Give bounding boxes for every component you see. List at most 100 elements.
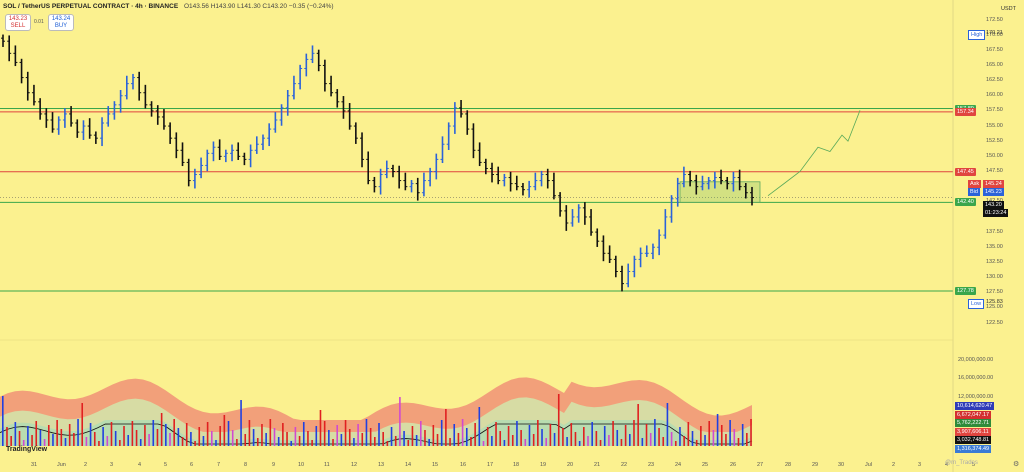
ohlc-readout: O143.56 H143.90 L141.30 C143.20 −0.35 (−… xyxy=(183,3,334,10)
volume-bar xyxy=(85,437,88,446)
volume-bar xyxy=(620,439,623,446)
last-price-tag: 143.20 xyxy=(983,200,1004,209)
ask-label: Ask xyxy=(968,180,982,189)
volume-bar xyxy=(390,427,393,446)
x-tick-label: 28 xyxy=(785,462,792,468)
volume-bar xyxy=(169,433,171,446)
volume-bar xyxy=(386,441,389,446)
volume-bar xyxy=(478,407,481,446)
price-chart[interactable] xyxy=(0,0,1024,472)
volume-bar xyxy=(670,432,673,446)
volume-bar xyxy=(365,419,368,446)
volume-readout-tag: 10,614,620.47 xyxy=(955,402,995,410)
x-tick-label: 3 xyxy=(918,462,922,468)
volume-bar xyxy=(152,420,155,446)
volume-bar xyxy=(181,437,184,446)
y-tick-label: 172.50 xyxy=(986,16,1003,23)
volume-readout-tag: 6,672,047.17 xyxy=(955,410,992,419)
volume-bar xyxy=(557,394,560,446)
volume-bar xyxy=(374,437,376,446)
volume-bar xyxy=(704,435,706,446)
volume-bar xyxy=(741,424,744,446)
volume-bar xyxy=(18,431,21,446)
volume-bar xyxy=(566,437,568,446)
volume-bar xyxy=(240,400,242,446)
volume-bar xyxy=(666,403,669,446)
volume-bar xyxy=(269,419,272,446)
x-tick-label: 7 xyxy=(217,462,221,468)
volume-bar xyxy=(123,426,125,446)
volume-readout-tag: 5,762,222.71 xyxy=(955,419,992,427)
volume-bar xyxy=(185,423,188,446)
volume-bar xyxy=(428,439,430,446)
y-tick-label: 122.50 xyxy=(986,319,1003,326)
x-tick-label: 24 xyxy=(675,462,682,468)
y-tick-label: 135.00 xyxy=(986,243,1003,250)
symbol-title[interactable]: SOL / TetherUS PERPETUAL CONTRACT · 4h ·… xyxy=(3,3,178,10)
volume-bar xyxy=(43,439,46,446)
x-tick-label: 8 xyxy=(244,462,248,468)
volume-bar xyxy=(160,413,163,446)
y-tick-label: 147.50 xyxy=(986,168,1003,174)
level-price-tag: 127.78 xyxy=(955,287,976,295)
buy-button[interactable]: 143.24 BUY xyxy=(48,14,74,31)
volume-bar xyxy=(60,429,63,446)
y-tick-label: 150.00 xyxy=(986,152,1003,159)
bar-countdown: 01:23:24 xyxy=(983,208,1009,217)
volume-bar xyxy=(378,423,380,446)
volume-pane xyxy=(0,377,753,446)
volume-bar xyxy=(252,429,255,446)
volume-bar xyxy=(302,422,305,446)
consolidation-box xyxy=(679,181,761,203)
volume-bar xyxy=(348,429,351,446)
sell-button[interactable]: 143.23 SELL xyxy=(5,14,31,31)
volume-bar xyxy=(403,431,405,446)
low-label: Low xyxy=(968,298,985,309)
x-tick-label: 4 xyxy=(138,462,142,468)
high-label: High xyxy=(968,29,986,40)
volume-bar xyxy=(612,421,614,446)
volume-bar xyxy=(119,440,121,446)
volume-bar xyxy=(52,434,54,446)
tradingview-logo[interactable]: TradingView xyxy=(6,446,47,453)
volume-bar xyxy=(231,430,234,446)
volume-bar xyxy=(298,436,301,446)
x-tick-label: 12 xyxy=(351,462,358,468)
x-tick-label: 2 xyxy=(84,462,88,468)
volume-bar xyxy=(190,432,192,446)
ask-value: 145.24 xyxy=(983,180,1004,189)
level-price-tag: 142.40 xyxy=(955,198,976,207)
volume-bar xyxy=(583,427,585,446)
level-price-tag: 147.45 xyxy=(955,167,976,176)
volume-bar xyxy=(219,426,221,446)
volume-bar xyxy=(64,438,67,446)
volume-bar xyxy=(6,427,8,446)
volume-bar xyxy=(629,434,631,446)
x-tick-label: 9 xyxy=(272,462,276,468)
volume-bar xyxy=(131,421,134,446)
x-tick-label: 21 xyxy=(594,462,601,468)
volume-readout-tag: 1,316,374.49 xyxy=(955,444,992,453)
projection-line xyxy=(767,110,861,197)
volume-bar xyxy=(315,426,318,446)
volume-bar xyxy=(507,426,510,446)
volume-bar xyxy=(106,436,109,446)
volume-bar xyxy=(290,441,293,446)
y-tick-label: 165.00 xyxy=(986,61,1003,68)
volume-bar xyxy=(562,428,564,446)
volume-bar xyxy=(68,424,71,446)
volume-readout-tag: 3,032,748.81 xyxy=(955,436,992,444)
axis-currency[interactable]: USDT xyxy=(1001,6,1016,12)
range-box-layer xyxy=(679,181,761,203)
volume-bar xyxy=(294,427,297,446)
volume-axis-label: 16,000,000.00 xyxy=(958,375,994,381)
volume-bar xyxy=(194,441,196,446)
volume-bar xyxy=(700,426,702,446)
y-tick-label: 152.50 xyxy=(986,137,1003,144)
x-tick-label: 14 xyxy=(405,462,412,468)
gear-icon[interactable]: ⚙ xyxy=(1013,460,1019,468)
level-price-tag: 157.34 xyxy=(955,107,976,116)
x-tick-label: 17 xyxy=(487,462,494,468)
volume-bar xyxy=(424,430,426,446)
volume-bar xyxy=(537,420,539,446)
